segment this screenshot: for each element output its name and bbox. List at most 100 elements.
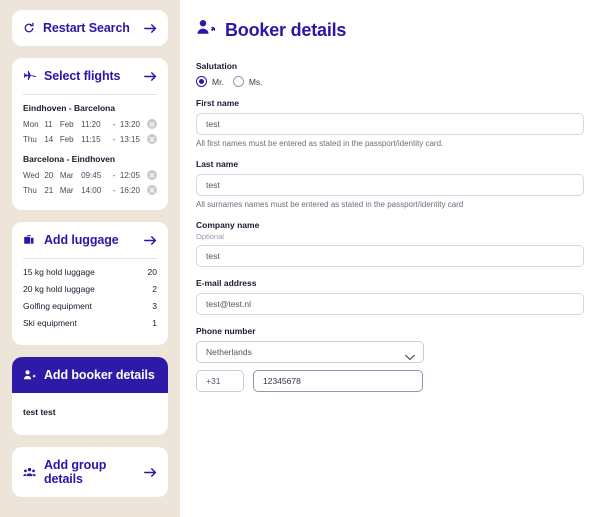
sidebar: Restart Search Select flights Eindhoven … — [0, 0, 180, 517]
company-name-label: Company name — [196, 220, 260, 230]
radio-label: Ms. — [248, 76, 263, 87]
first-name-label: First name — [196, 98, 239, 108]
arrow-right-icon[interactable] — [144, 467, 157, 478]
company-name-optional-hint: Optional — [196, 232, 224, 241]
leg-dash: - — [112, 170, 116, 180]
divider — [23, 258, 157, 259]
flights-list: Eindhoven - Barcelona Mon 11 Feb 11:20 -… — [12, 103, 168, 210]
radio-dot[interactable] — [232, 76, 244, 87]
remove-leg-button[interactable] — [147, 134, 157, 144]
phone-prefix-input[interactable] — [196, 370, 244, 392]
flight-leg-row[interactable]: Thu 14 Feb 11:15 - 13:15 — [23, 134, 157, 144]
leg-depart-time: 11:15 — [81, 134, 101, 144]
salutation-radio-group[interactable]: Mr. Ms. — [196, 76, 584, 87]
flight-leg-row[interactable]: Wed 20 Mar 09:45 - 12:05 — [23, 170, 157, 180]
field-company-name: Company name Optional — [196, 220, 584, 267]
add-group-details-header[interactable]: Add group details — [12, 447, 168, 497]
phone-number-input[interactable] — [253, 370, 423, 392]
country-select-wrapper[interactable] — [196, 341, 424, 363]
leg-date: 11 — [44, 119, 53, 129]
leg-date: 20 — [44, 170, 54, 180]
route-group: Barcelona - Eindhoven Wed 20 Mar 09:45 -… — [23, 154, 157, 195]
field-last-name: Last name All surnames names must be ent… — [196, 159, 584, 209]
route-group: Eindhoven - Barcelona Mon 11 Feb 11:20 -… — [23, 103, 157, 144]
phone-number-label: Phone number — [196, 326, 256, 336]
leg-dash: - — [112, 134, 116, 144]
restart-icon — [23, 22, 35, 34]
arrow-right-icon[interactable] — [144, 23, 157, 34]
arrow-right-icon[interactable] — [144, 235, 157, 246]
list-item: 20 kg hold luggage 2 — [23, 284, 157, 294]
suitcase-icon — [23, 234, 36, 247]
leg-day: Thu — [23, 185, 37, 195]
leg-dash: - — [112, 119, 116, 129]
select-flights-header[interactable]: Select flights — [12, 58, 168, 94]
leg-day: Wed — [23, 170, 40, 180]
sidebar-card-select-flights[interactable]: Select flights Eindhoven - Barcelona Mon… — [12, 58, 168, 210]
email-input[interactable] — [196, 293, 584, 315]
radio-option-mr[interactable]: Mr. — [196, 76, 224, 87]
leg-dash: - — [112, 185, 116, 195]
leg-arrive-time: 13:20 — [119, 119, 140, 129]
email-label: E-mail address — [196, 278, 257, 288]
field-phone-number: Phone number — [196, 326, 584, 392]
sidebar-card-add-group-details[interactable]: Add group details — [12, 447, 168, 497]
page-title: Booker details — [225, 20, 347, 40]
person-add-icon — [23, 369, 36, 382]
page-header: Booker details — [196, 18, 584, 43]
luggage-qty: 3 — [152, 301, 157, 311]
main-content: Booker details Salutation Mr. Ms. First … — [180, 0, 600, 517]
field-first-name: First name All first names must be enter… — [196, 98, 584, 148]
first-name-input[interactable] — [196, 113, 584, 135]
luggage-qty: 1 — [152, 318, 157, 328]
luggage-label: 15 kg hold luggage — [23, 267, 95, 277]
flight-leg-row[interactable]: Mon 11 Feb 11:20 - 13:20 — [23, 119, 157, 129]
leg-depart-time: 11:20 — [81, 119, 101, 129]
luggage-list: 15 kg hold luggage 20 20 kg hold luggage… — [12, 267, 168, 345]
plane-icon — [23, 70, 36, 83]
close-circle-icon — [147, 185, 157, 195]
leg-day: Mon — [23, 119, 39, 129]
last-name-input[interactable] — [196, 174, 584, 196]
luggage-label: Golfing equipment — [23, 301, 92, 311]
list-item: Golfing equipment 3 — [23, 301, 157, 311]
last-name-label: Last name — [196, 159, 239, 169]
route-title: Eindhoven - Barcelona — [23, 103, 116, 113]
remove-leg-button[interactable] — [147, 185, 157, 195]
leg-month: Feb — [59, 119, 74, 129]
arrow-right-icon[interactable] — [144, 71, 157, 82]
remove-leg-button[interactable] — [147, 170, 157, 180]
booker-name-summary: test test — [23, 407, 56, 417]
leg-month: Mar — [59, 170, 74, 180]
luggage-qty: 2 — [152, 284, 157, 294]
luggage-qty: 20 — [147, 267, 157, 277]
remove-leg-button[interactable] — [147, 119, 157, 129]
radio-option-ms[interactable]: Ms. — [232, 76, 263, 87]
group-icon — [23, 466, 36, 479]
select-flights-label: Select flights — [44, 69, 121, 83]
sidebar-card-add-luggage[interactable]: Add luggage 15 kg hold luggage 20 20 kg … — [12, 222, 168, 345]
leg-depart-time: 14:00 — [81, 185, 102, 195]
last-name-help: All surnames names must be entered as st… — [196, 200, 464, 209]
add-group-details-label: Add group details — [44, 458, 107, 486]
radio-dot-selected[interactable] — [196, 76, 207, 87]
company-name-input[interactable] — [196, 245, 584, 267]
leg-date: 21 — [44, 185, 54, 195]
leg-arrive-time: 12:05 — [119, 170, 140, 180]
luggage-label: 20 kg hold luggage — [23, 284, 95, 294]
leg-arrive-time: 13:15 — [119, 134, 140, 144]
country-select[interactable] — [196, 341, 424, 363]
flight-leg-row[interactable]: Thu 21 Mar 14:00 - 16:20 — [23, 185, 157, 195]
list-item: 15 kg hold luggage 20 — [23, 267, 157, 277]
close-circle-icon — [147, 170, 157, 180]
restart-search-header[interactable]: Restart Search — [12, 10, 168, 46]
add-booker-details-header[interactable]: Add booker details — [12, 357, 168, 393]
list-item: Ski equipment 1 — [23, 318, 157, 328]
person-add-icon — [196, 18, 216, 43]
add-booker-details-label: Add booker details — [44, 368, 155, 382]
radio-label: Mr. — [212, 76, 224, 87]
sidebar-card-restart-search[interactable]: Restart Search — [12, 10, 168, 46]
add-luggage-header[interactable]: Add luggage — [12, 222, 168, 258]
sidebar-card-add-booker-details[interactable]: Add booker details test test — [12, 357, 168, 435]
field-salutation: Salutation Mr. Ms. — [196, 61, 584, 87]
